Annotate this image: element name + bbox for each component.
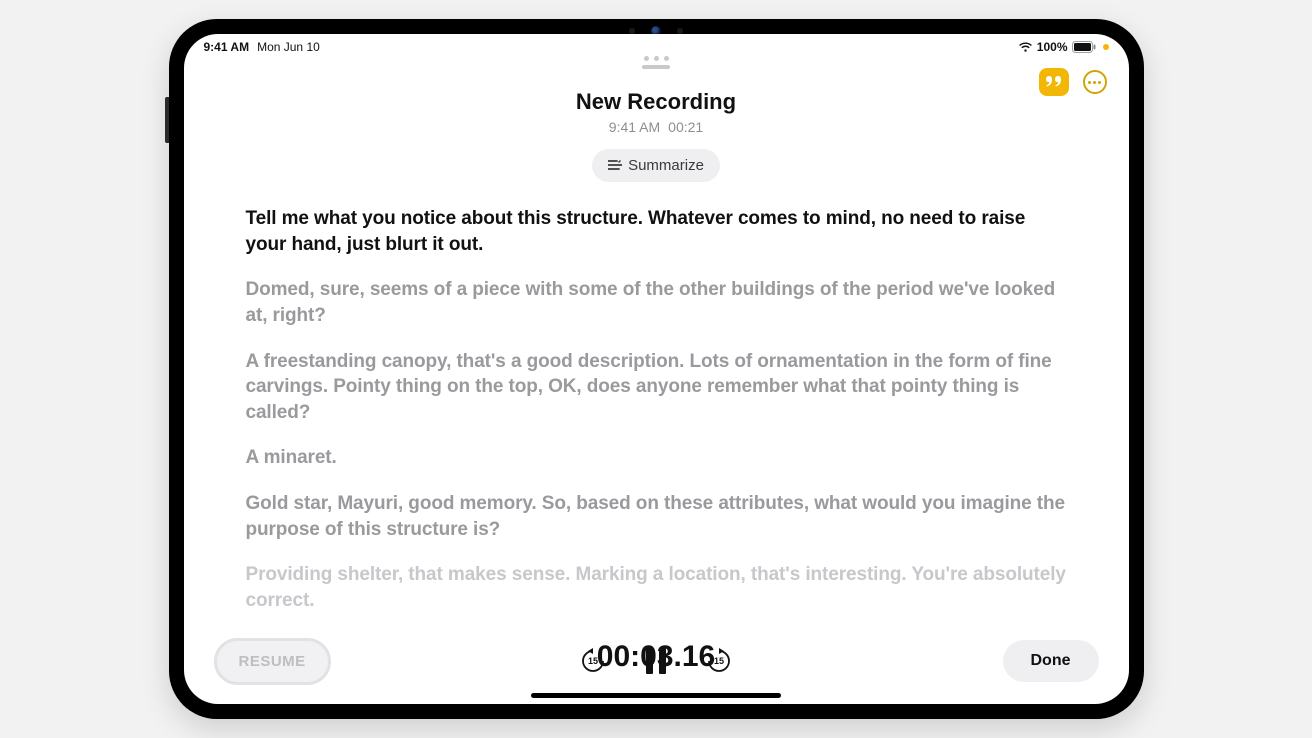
ipad-device-frame: 9:41 AM Mon Jun 10 100% — [169, 19, 1144, 719]
skip-forward-15-button[interactable]: 15 — [706, 648, 732, 674]
recording-title[interactable]: New Recording — [184, 89, 1129, 115]
transcript-paragraph[interactable]: Providing shelter, that makes sense. Mar… — [246, 562, 1067, 613]
recording-header: New Recording 9:41 AM 00:21 Summarize — [184, 89, 1129, 182]
status-bar: 9:41 AM Mon Jun 10 100% — [184, 34, 1129, 54]
screen: 9:41 AM Mon Jun 10 100% — [184, 34, 1129, 704]
sheet-grabber[interactable] — [184, 56, 1129, 69]
done-label: Done — [1031, 652, 1071, 669]
battery-percent: 100% — [1037, 40, 1068, 54]
done-button[interactable]: Done — [1003, 640, 1099, 682]
quote-icon — [1046, 76, 1062, 88]
home-indicator[interactable] — [531, 693, 781, 698]
battery-icon — [1072, 41, 1096, 53]
wifi-icon — [1018, 42, 1033, 53]
pause-button[interactable] — [646, 648, 666, 674]
summarize-button[interactable]: Summarize — [592, 149, 720, 182]
status-date: Mon Jun 10 — [257, 40, 320, 54]
skip-back-15-button[interactable]: 15 — [580, 648, 606, 674]
ellipsis-icon — [1088, 81, 1101, 84]
transcript-toggle-button[interactable] — [1039, 68, 1069, 96]
skip-back-seconds: 15 — [580, 648, 606, 674]
recording-time: 9:41 AM — [609, 119, 660, 135]
summarize-label: Summarize — [628, 157, 704, 174]
grabber-bar-icon[interactable] — [642, 65, 670, 69]
transcript-paragraph[interactable]: Gold star, Mayuri, good memory. So, base… — [246, 491, 1067, 542]
transcript-paragraph[interactable]: Tell me what you notice about this struc… — [246, 206, 1067, 257]
transcript-paragraph[interactable]: A minaret. — [246, 445, 1067, 471]
transcript-paragraph[interactable]: A freestanding canopy, that's a good des… — [246, 349, 1067, 426]
pause-bar-icon — [646, 648, 653, 674]
playback-controls: RESUME 15 15 Done — [184, 648, 1129, 674]
transcript-paragraph[interactable]: Domed, sure, seems of a piece with some … — [246, 277, 1067, 328]
status-time: 9:41 AM — [204, 40, 250, 54]
summarize-icon — [608, 160, 622, 172]
transcript-body[interactable]: Tell me what you notice about this struc… — [184, 182, 1129, 634]
resume-button[interactable]: RESUME — [214, 638, 331, 685]
more-options-button[interactable] — [1083, 70, 1107, 94]
pause-bar-icon — [659, 648, 666, 674]
recording-duration: 00:21 — [668, 119, 703, 135]
mic-in-use-indicator — [1103, 44, 1109, 50]
skip-fwd-seconds: 15 — [706, 648, 732, 674]
multitask-dots-icon[interactable] — [644, 56, 669, 61]
resume-label: RESUME — [239, 653, 306, 670]
